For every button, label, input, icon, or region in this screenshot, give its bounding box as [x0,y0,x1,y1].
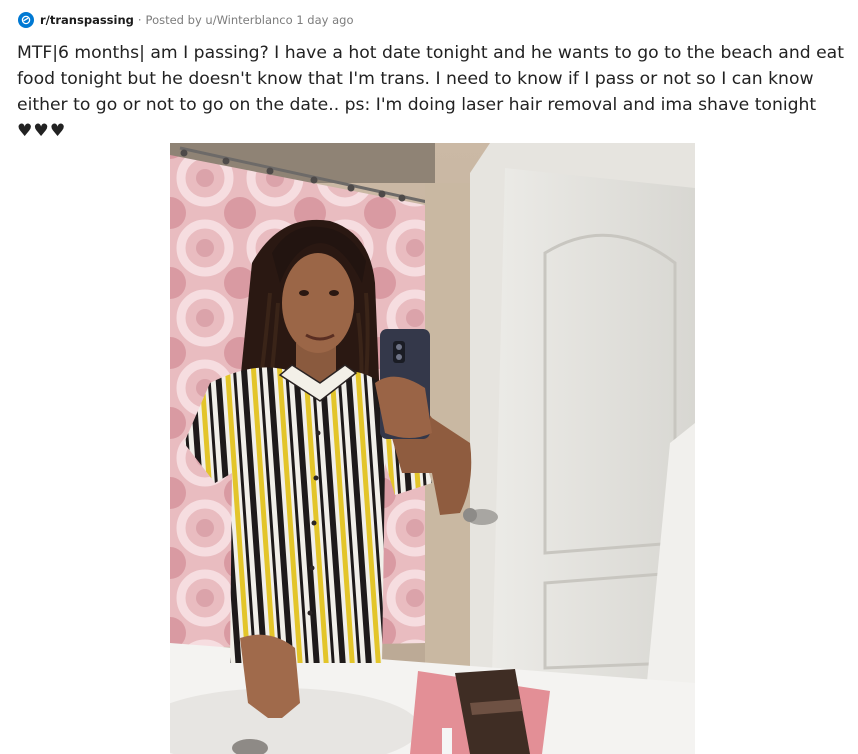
subreddit-link[interactable]: r/transpassing [40,12,134,28]
post-title[interactable]: MTF|6 months| am I passing? I have a hot… [17,40,853,144]
meta-separator: · [137,13,142,27]
post-image[interactable] [170,143,695,754]
posted-by-text[interactable]: Posted by u/Winterblanco 1 day ago [146,12,354,28]
post-meta: r/transpassing · Posted by u/Winterblanc… [18,11,354,29]
hearts-emoji: ♥♥♥ [17,121,67,141]
community-icon[interactable] [18,12,34,28]
post-title-text: MTF|6 months| am I passing? I have a hot… [17,43,844,115]
post-card: r/transpassing · Posted by u/Winterblanc… [0,0,858,754]
